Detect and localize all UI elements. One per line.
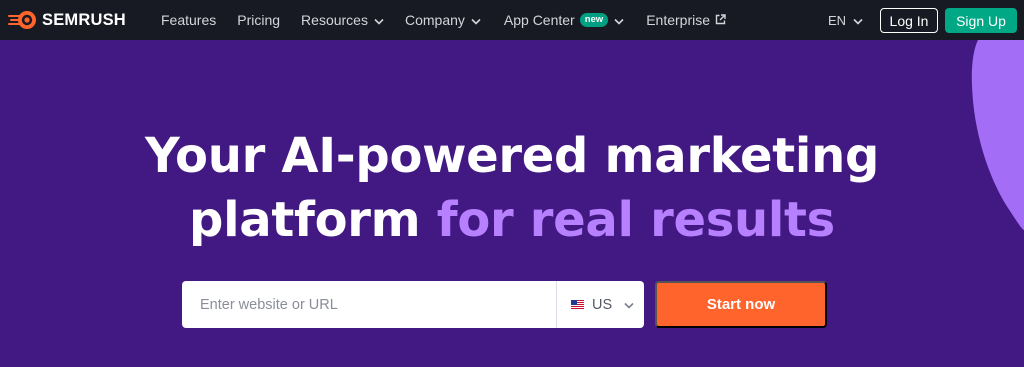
nav-item-label: App Center xyxy=(503,12,575,28)
hero-heading-plain: platform xyxy=(189,192,437,248)
language-label: EN xyxy=(828,12,847,28)
page: SEMRUSH Features Pricing Resources Compa… xyxy=(0,0,1024,367)
semrush-logo[interactable]: SEMRUSH xyxy=(8,9,126,31)
login-button[interactable]: Log In xyxy=(880,8,938,33)
nav-item-app-center[interactable]: App Center new xyxy=(504,0,624,40)
chevron-down-icon xyxy=(471,12,481,28)
search-bar: US xyxy=(182,281,644,328)
nav-item-pricing[interactable]: Pricing xyxy=(237,0,280,40)
top-navbar: SEMRUSH Features Pricing Resources Compa… xyxy=(0,0,1024,40)
new-badge: new xyxy=(579,13,609,27)
nav-item-label: Resources xyxy=(301,12,368,28)
hero-heading: Your AI-powered marketing platform for r… xyxy=(0,124,1024,252)
language-selector[interactable]: EN xyxy=(828,0,863,40)
nav-item-features[interactable]: Features xyxy=(161,0,216,40)
nav-item-resources[interactable]: Resources xyxy=(301,0,384,40)
start-now-button[interactable]: Start now xyxy=(655,281,827,328)
hero-heading-line-1: Your AI-powered marketing xyxy=(144,128,880,184)
country-code: US xyxy=(592,296,613,313)
website-url-input[interactable] xyxy=(182,281,556,328)
external-link-icon xyxy=(715,12,726,28)
chevron-down-icon xyxy=(853,13,863,28)
chevron-down-icon xyxy=(624,296,634,314)
us-flag-icon xyxy=(571,296,584,314)
nav-item-enterprise[interactable]: Enterprise xyxy=(646,0,726,40)
nav-item-label: Enterprise xyxy=(646,12,711,28)
nav-item-label: Features xyxy=(161,12,217,28)
hero-heading-line-2: platform for real results xyxy=(0,188,1024,252)
main-nav: Features Pricing Resources Company App C… xyxy=(161,0,726,40)
nav-item-label: Pricing xyxy=(237,12,281,28)
semrush-flame-icon xyxy=(8,10,38,30)
nav-item-company[interactable]: Company xyxy=(405,0,481,40)
hero-heading-accent: for real results xyxy=(436,192,835,248)
signup-button[interactable]: Sign Up xyxy=(945,8,1017,33)
chevron-down-icon xyxy=(374,12,384,28)
chevron-down-icon xyxy=(614,12,624,28)
nav-item-label: Company xyxy=(404,12,465,28)
brand-name: SEMRUSH xyxy=(42,10,126,29)
country-selector[interactable]: US xyxy=(557,281,643,328)
